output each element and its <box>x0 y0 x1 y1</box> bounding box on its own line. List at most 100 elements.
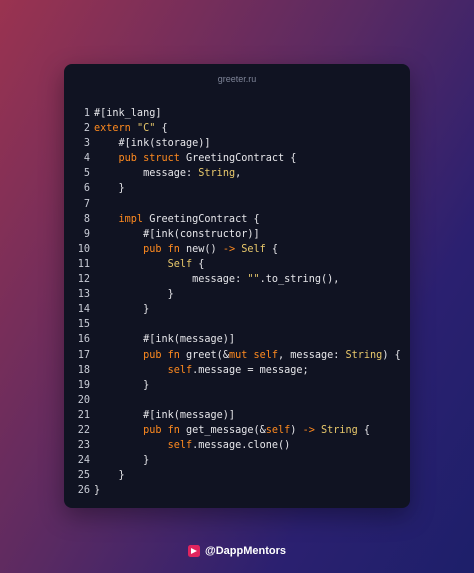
code-line: 10 pub fn new() -> Self { <box>64 242 410 257</box>
code-text: message: "".to_string(), <box>94 272 339 287</box>
code-text: pub fn greet(&mut self, message: String)… <box>94 348 401 363</box>
code-text: pub fn get_message(&self) -> String { <box>94 423 370 438</box>
code-window: greeter.ru 1 #[ink_lang] 2 extern "C" {3 #[… <box>64 64 410 508</box>
code-token: #[ink(message)] <box>94 334 236 346</box>
code-text: } <box>94 302 149 317</box>
code-token: self <box>94 364 193 376</box>
code-line: 18 self.message = message; <box>64 363 410 378</box>
code-token: pub fn <box>94 424 187 436</box>
code-token: } <box>94 183 125 195</box>
line-number: 18 <box>77 364 90 376</box>
code-token: #[ink(constructor)] <box>94 228 260 240</box>
line-number: 8 <box>83 213 90 225</box>
code-token: message: <box>94 274 248 286</box>
code-line: 4 pub struct GreetingContract { <box>64 151 410 166</box>
line-number: 26 <box>77 485 90 497</box>
code-token: } <box>94 455 150 467</box>
code-text: Self { <box>94 257 205 272</box>
code-token: #[ink(storage)] <box>94 138 211 150</box>
code-line: 19 } <box>64 378 410 393</box>
code-line: 11 Self { <box>64 257 410 272</box>
code-token: "C" <box>136 123 156 135</box>
code-line: 8 impl GreetingContract { <box>64 212 410 227</box>
code-text: #[ink(message)] <box>94 332 235 347</box>
line-number: 10 <box>77 243 90 255</box>
footer-handle: @DappMentors <box>204 545 286 557</box>
line-number: 24 <box>77 455 90 467</box>
code-text: #[ink(constructor)] <box>94 227 260 242</box>
code-token: String <box>320 424 358 436</box>
line-number: 12 <box>77 274 90 286</box>
code-text: } <box>94 483 100 498</box>
code-token: #[ink_lang] <box>94 108 162 119</box>
code-token: } <box>94 485 101 497</box>
code-token: new() <box>186 243 223 255</box>
code-line: 13 } <box>64 287 410 302</box>
code-token: get_message(& <box>186 424 266 436</box>
line-number: 16 <box>77 334 90 346</box>
code-text: message: String, <box>94 166 241 181</box>
line-number: 3 <box>83 138 90 150</box>
code-token: .to_string(), <box>259 274 340 286</box>
line-number: 1 <box>83 108 90 119</box>
code-text: impl GreetingContract { <box>94 212 260 227</box>
code-token: Self <box>241 243 266 255</box>
line-number: 13 <box>77 289 90 301</box>
line-number: 23 <box>77 440 90 452</box>
code-token: self <box>94 440 193 452</box>
code-token: Self <box>94 258 193 270</box>
code-token: -> <box>302 424 321 436</box>
code-text: pub struct GreetingContract { <box>94 151 297 166</box>
code-line: 2 extern "C" { <box>64 121 410 136</box>
line-number: 14 <box>77 304 90 316</box>
code-token: } <box>94 289 174 301</box>
code-token: } <box>94 379 150 391</box>
code-line: 20 <box>64 393 410 408</box>
code-block: 1 #[ink_lang] 2 extern "C" {3 #[ink(storage… <box>64 106 410 498</box>
code-text: #[ink(message)] <box>94 408 235 423</box>
code-token: { <box>265 243 279 255</box>
code-line: 23 self.message.clone() <box>64 438 410 453</box>
footer: @DappMentors <box>0 545 474 557</box>
line-number: 15 <box>77 319 90 331</box>
code-token: GreetingContract { <box>149 213 260 225</box>
code-token: String <box>345 349 383 361</box>
code-token: -> <box>222 243 242 255</box>
code-line: 25 } <box>64 468 410 483</box>
code-token: , message: <box>278 349 346 361</box>
code-line: 24 } <box>64 453 410 468</box>
code-token: #[ink(message)] <box>94 409 236 421</box>
line-number: 20 <box>77 394 90 406</box>
code-line: 17 pub fn greet(&mut self, message: Stri… <box>64 348 410 363</box>
code-token: String <box>198 168 236 180</box>
code-text: #[ink_lang] <box>94 106 161 121</box>
code-text: pub fn new() -> Self { <box>94 242 278 257</box>
code-token: impl <box>94 213 150 225</box>
code-line: 9 #[ink(constructor)] <box>64 227 410 242</box>
code-token: { <box>155 123 168 135</box>
code-line: 26} <box>64 483 410 498</box>
line-number: 6 <box>83 183 90 195</box>
code-token: GreetingContract { <box>186 153 297 165</box>
code-line: 5 message: String, <box>64 166 410 181</box>
code-line: 7 <box>64 197 410 212</box>
line-number: 11 <box>77 258 90 270</box>
code-token: pub fn <box>94 349 187 361</box>
code-text: self.message.clone() <box>94 438 291 453</box>
code-token: .message.clone() <box>192 440 291 452</box>
code-token: pub struct <box>94 153 187 165</box>
code-token: ) { <box>382 349 401 361</box>
code-token: { <box>357 424 371 436</box>
code-token: { <box>192 258 205 270</box>
line-number: 5 <box>83 168 90 180</box>
code-line: 16 #[ink(message)] <box>64 332 410 347</box>
line-number: 19 <box>77 379 90 391</box>
code-text: self.message = message; <box>94 363 309 378</box>
code-token: , <box>235 168 242 180</box>
code-line: 22 pub fn get_message(&self) -> String { <box>64 423 410 438</box>
code-line: 6 } <box>64 181 410 196</box>
line-number: 4 <box>83 153 90 165</box>
code-line: 3 #[ink(storage)] <box>64 136 410 151</box>
line-number: 22 <box>77 424 90 436</box>
code-token: message: <box>94 168 199 180</box>
